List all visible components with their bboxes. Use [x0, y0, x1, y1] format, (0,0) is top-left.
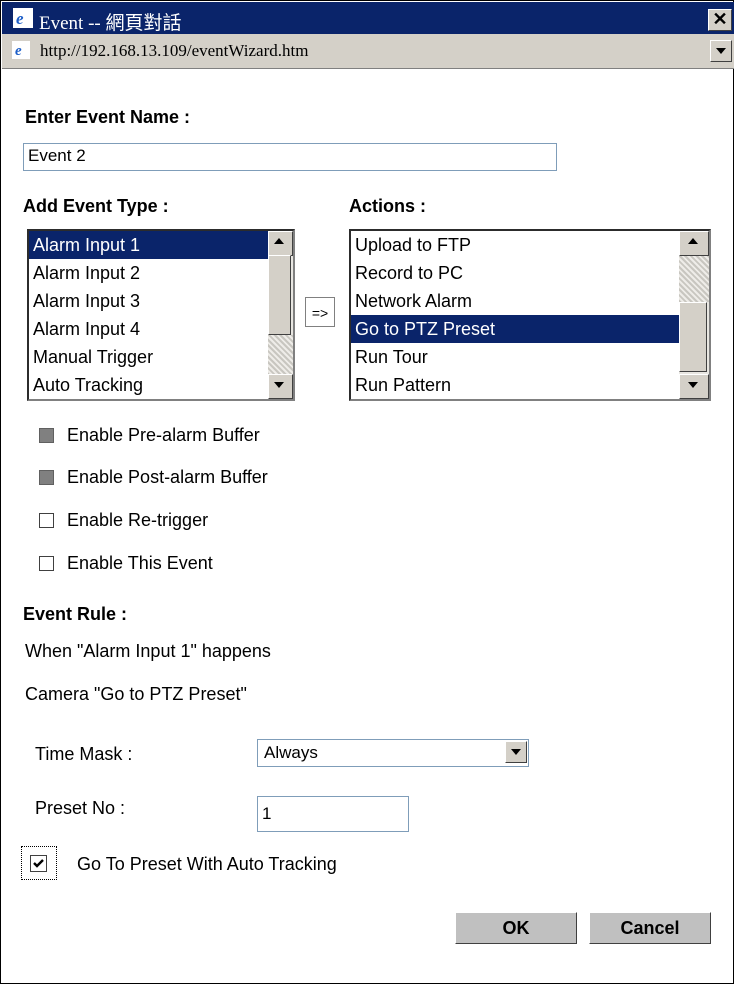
event-rule-label: Event Rule :	[23, 604, 128, 624]
auto-tracking-label: Go To Preset With Auto Tracking	[77, 854, 337, 874]
arrow-up-icon	[688, 238, 698, 244]
action-item[interactable]: Network Alarm	[351, 287, 679, 315]
event-type-item[interactable]: Alarm Input 1	[29, 231, 268, 259]
cancel-button[interactable]: Cancel	[589, 912, 711, 944]
svg-text:e: e	[16, 9, 24, 28]
chevron-down-icon	[716, 48, 726, 54]
address-dropdown-button[interactable]	[710, 40, 732, 62]
scroll-up-button[interactable]	[679, 231, 709, 256]
checkbox	[39, 428, 54, 443]
time-mask-label: Time Mask :	[35, 744, 133, 764]
event-type-item[interactable]: Auto Tracking	[29, 371, 268, 399]
checkbox-focus-outline	[21, 846, 57, 880]
event-type-item[interactable]: Manual Trigger	[29, 343, 268, 371]
scroll-down-button[interactable]	[679, 374, 709, 399]
option-label: Enable Re-trigger	[67, 510, 209, 530]
checkbox[interactable]	[39, 513, 54, 528]
event-type-item[interactable]: Alarm Input 2	[29, 259, 268, 287]
dialog-window: e Event -- 網頁對話 ✕ e http://192.168.13.10…	[0, 0, 734, 984]
checkmark-icon	[33, 859, 44, 868]
chevron-down-icon	[511, 749, 521, 755]
address-bar: e http://192.168.13.109/eventWizard.htm	[2, 34, 734, 69]
event-name-label: Enter Event Name :	[25, 107, 191, 127]
ok-button[interactable]: OK	[455, 912, 577, 944]
checkbox-checked[interactable]	[30, 855, 47, 872]
event-type-list: Alarm Input 1 Alarm Input 2 Alarm Input …	[29, 231, 268, 399]
action-item[interactable]: Record to PC	[351, 259, 679, 287]
arrow-down-icon	[274, 382, 284, 388]
title-bar[interactable]: e Event -- 網頁對話 ✕	[2, 2, 734, 34]
option-label: Enable This Event	[67, 553, 213, 573]
scroll-track[interactable]	[679, 256, 709, 302]
actions-list: Upload to FTP Record to PC Network Alarm…	[351, 231, 679, 399]
time-mask-dropdown-button[interactable]	[505, 741, 527, 763]
preset-no-input[interactable]: 1	[257, 796, 409, 832]
option-label: Enable Post-alarm Buffer	[67, 467, 268, 487]
ie-icon: e	[13, 8, 33, 28]
arrow-up-icon	[274, 238, 284, 244]
window-title: Event -- 網頁對話	[39, 13, 182, 34]
scroll-thumb[interactable]	[679, 302, 707, 372]
add-action-arrow-button[interactable]: =>	[305, 297, 335, 327]
event-type-scrollbar[interactable]	[268, 231, 293, 399]
action-item[interactable]: Go to PTZ Preset	[351, 315, 679, 343]
checkbox	[39, 470, 54, 485]
scroll-up-button[interactable]	[268, 231, 293, 256]
scroll-down-button[interactable]	[268, 374, 293, 399]
arrow-down-icon	[688, 382, 698, 388]
address-url: http://192.168.13.109/eventWizard.htm	[40, 41, 309, 60]
scroll-track[interactable]	[268, 335, 293, 375]
actions-scrollbar[interactable]	[679, 231, 709, 399]
event-name-input[interactable]: Event 2	[23, 143, 557, 171]
event-type-item[interactable]: Alarm Input 4	[29, 315, 268, 343]
preset-no-label: Preset No :	[35, 798, 126, 818]
scroll-thumb[interactable]	[268, 255, 291, 335]
time-mask-select[interactable]: Always	[257, 739, 529, 767]
event-type-listbox[interactable]: Alarm Input 1 Alarm Input 2 Alarm Input …	[27, 229, 295, 401]
rule-text-line2: Camera "Go to PTZ Preset"	[25, 684, 247, 704]
auto-tracking-checkbox-row[interactable]: Go To Preset With Auto Tracking	[21, 846, 441, 882]
close-button[interactable]: ✕	[708, 9, 732, 31]
action-item[interactable]: Upload to FTP	[351, 231, 679, 259]
actions-label: Actions :	[349, 196, 427, 216]
action-item[interactable]: Run Pattern	[351, 371, 679, 399]
event-type-label: Add Event Type :	[23, 196, 169, 216]
time-mask-value: Always	[264, 743, 318, 762]
svg-text:e: e	[15, 43, 22, 59]
option-label: Enable Pre-alarm Buffer	[67, 425, 260, 445]
rule-text-line1: When "Alarm Input 1" happens	[25, 641, 271, 661]
close-icon: ✕	[712, 9, 728, 29]
action-item[interactable]: Run Tour	[351, 343, 679, 371]
event-type-item[interactable]: Alarm Input 3	[29, 287, 268, 315]
checkbox[interactable]	[39, 556, 54, 571]
ie-page-icon: e	[12, 41, 30, 59]
actions-listbox[interactable]: Upload to FTP Record to PC Network Alarm…	[349, 229, 711, 401]
